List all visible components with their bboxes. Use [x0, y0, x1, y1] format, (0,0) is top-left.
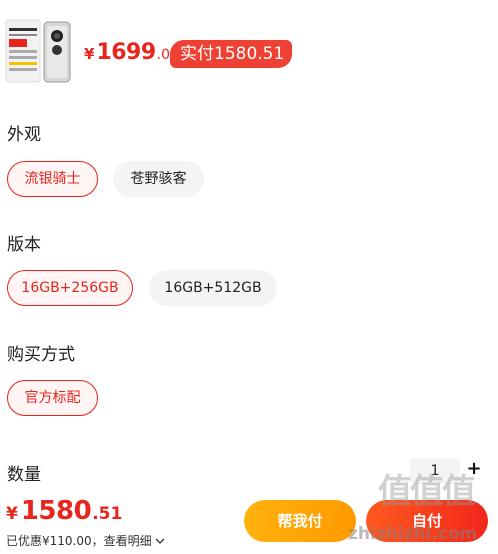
chevron-down-icon: [155, 538, 165, 544]
product-thumbnail[interactable]: [4, 18, 74, 86]
version-title: 版本: [7, 235, 41, 255]
checkout-bar: ¥ 1580 .51 已优惠¥110.00，查看明细 帮我付 自付: [0, 490, 498, 554]
version-option-512gb[interactable]: 16GB+512GB: [149, 270, 277, 306]
self-pay-button[interactable]: 自付: [366, 500, 488, 542]
quantity-input[interactable]: 1: [410, 458, 460, 484]
total-currency: ¥: [6, 504, 18, 524]
discount-details-link[interactable]: 已优惠¥110.00，查看明细: [6, 532, 165, 549]
paid-price-badge: 实付1580.51: [170, 40, 293, 68]
purchase-option-standard[interactable]: 官方标配: [7, 380, 98, 416]
product-price: ¥ 1699 .00: [84, 40, 179, 74]
quantity-plus-button[interactable]: +: [466, 456, 482, 482]
total-decimal: .51: [92, 504, 123, 524]
version-option-256gb[interactable]: 16GB+256GB: [7, 270, 133, 306]
total-integer: 1580: [20, 496, 92, 526]
price-currency: ¥: [84, 45, 95, 63]
appearance-option-silver[interactable]: 流银骑士: [7, 161, 98, 197]
appearance-option-green[interactable]: 苍野骇客: [113, 161, 204, 197]
price-integer: 1699: [96, 40, 156, 65]
discount-text: 已优惠¥110.00，查看明细: [6, 534, 152, 548]
appearance-title: 外观: [7, 125, 41, 145]
quantity-title: 数量: [7, 465, 41, 485]
purchase-method-title: 购买方式: [7, 345, 75, 365]
help-me-pay-button[interactable]: 帮我付: [244, 500, 356, 542]
total-price: ¥ 1580 .51: [6, 496, 122, 526]
product-header: ¥ 1699 .00 实付1580.51: [0, 0, 498, 100]
